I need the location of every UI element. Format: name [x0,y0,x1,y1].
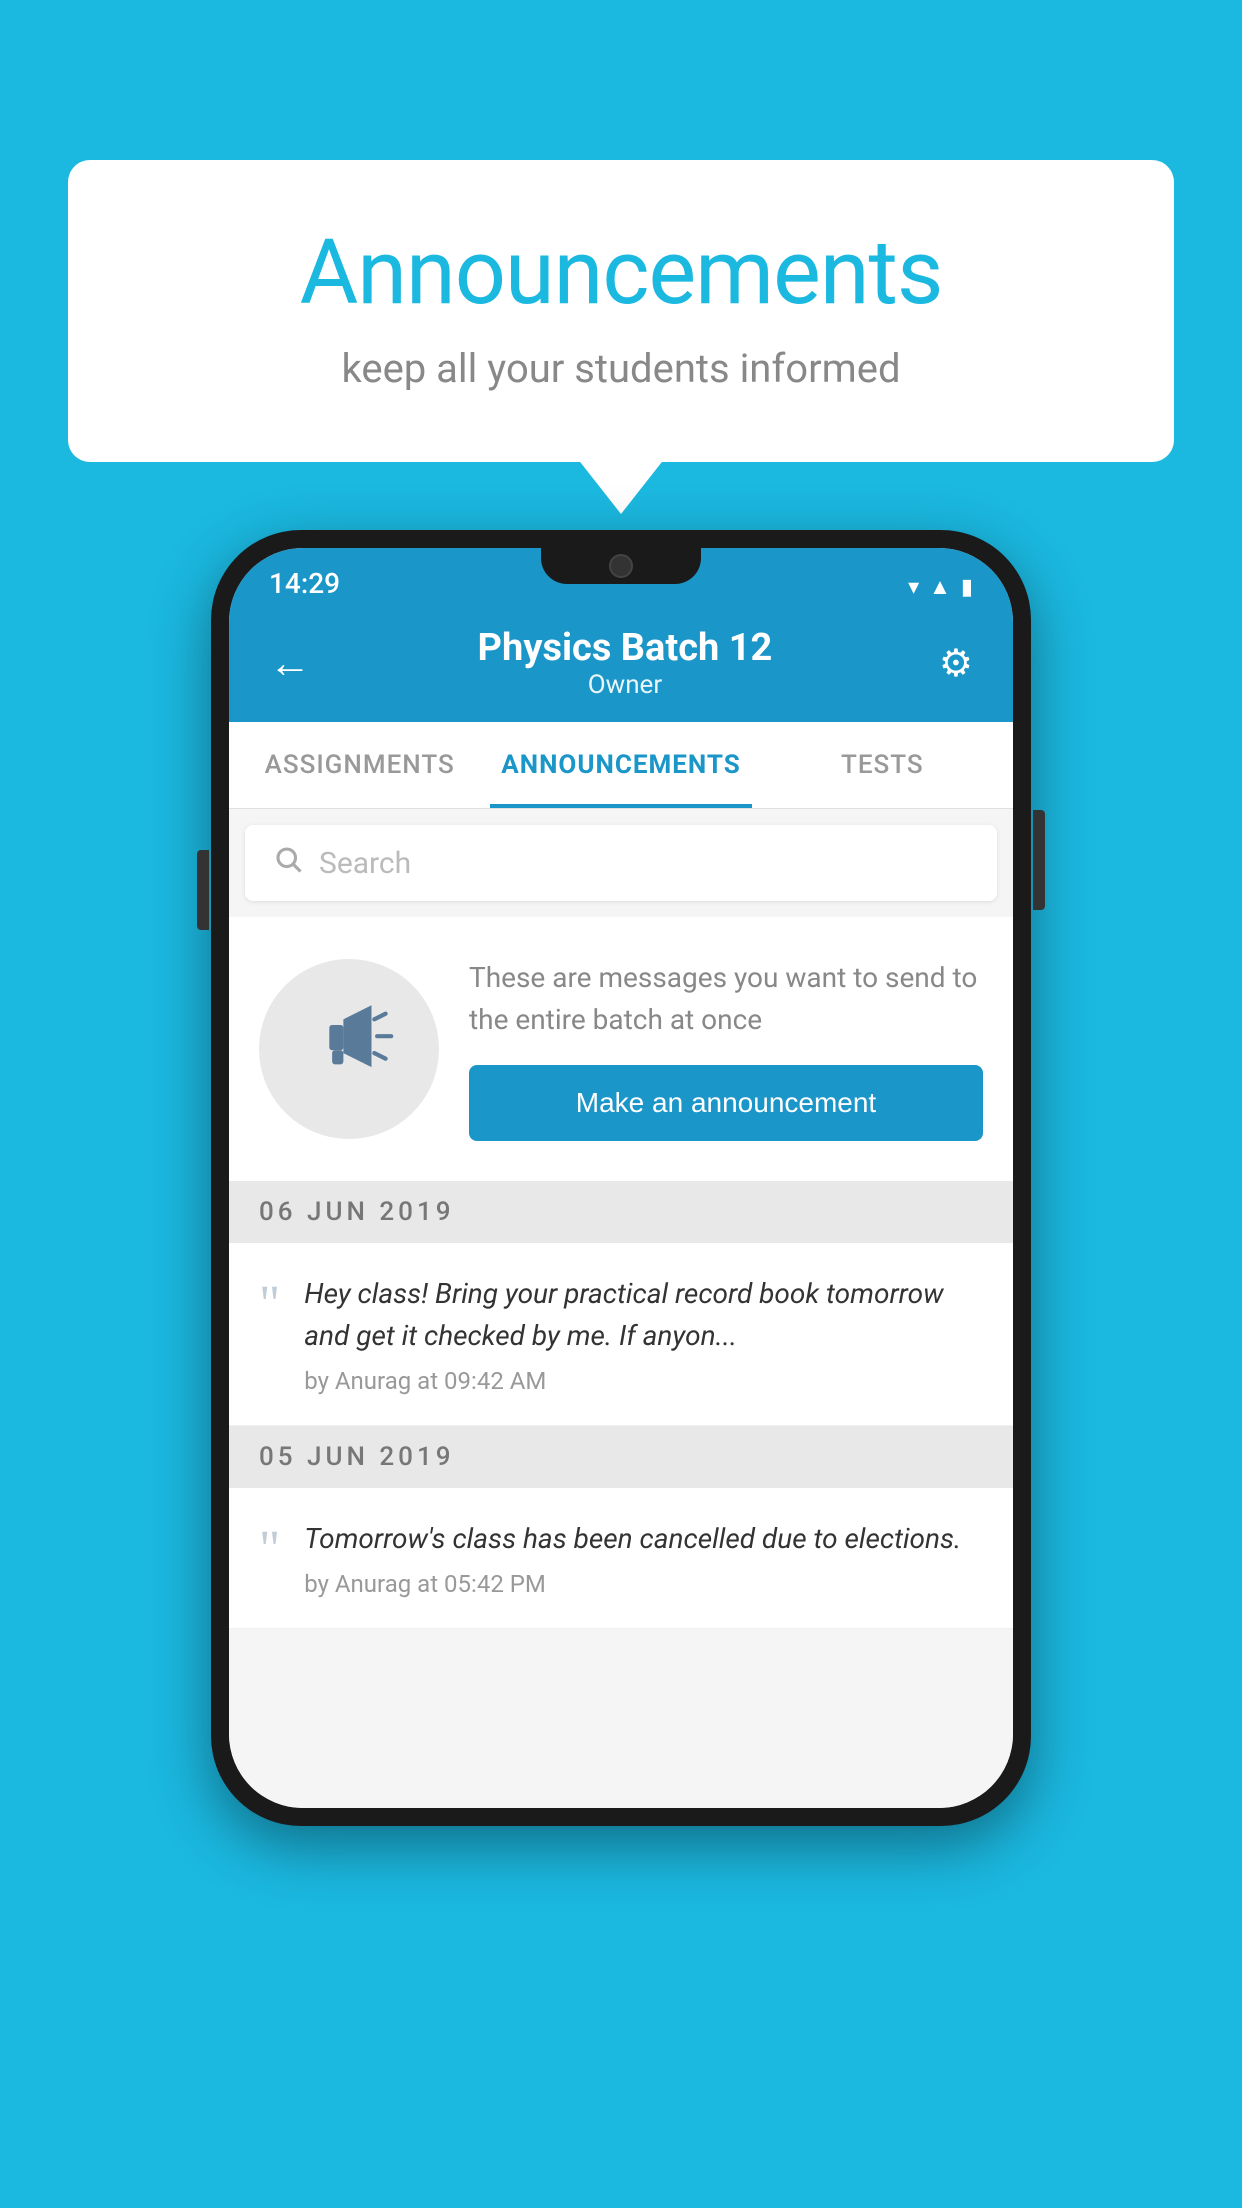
header-subtitle: Owner [478,670,773,700]
speech-bubble-title: Announcements [148,220,1094,325]
promo-description: These are messages you want to send to t… [469,957,983,1041]
status-icons: ▾ ▲ ▮ [908,574,973,600]
announcement-message-1: Hey class! Bring your practical record b… [304,1273,983,1357]
battery-icon: ▮ [961,575,973,600]
tab-assignments[interactable]: ASSIGNMENTS [229,722,490,808]
announcement-meta-2: by Anurag at 05:42 PM [304,1570,983,1598]
phone-wrapper: 14:29 ▾ ▲ ▮ ← Physics Batch 12 Owner ⚙ [211,530,1031,1826]
date-separator-1: 06 JUN 2019 [229,1181,1013,1243]
search-icon [273,843,303,883]
megaphone-icon [304,994,394,1104]
phone-screen: 14:29 ▾ ▲ ▮ ← Physics Batch 12 Owner ⚙ [229,548,1013,1808]
phone-camera [609,554,633,578]
header-title: Physics Batch 12 [478,626,773,670]
signal-icon: ▲ [929,574,951,600]
announcement-message-2: Tomorrow's class has been cancelled due … [304,1518,983,1560]
tabs-bar: ASSIGNMENTS ANNOUNCEMENTS TESTS [229,722,1013,809]
settings-button[interactable]: ⚙ [939,641,973,686]
speech-bubble: Announcements keep all your students inf… [68,160,1174,462]
announcement-meta-1: by Anurag at 09:42 AM [304,1367,983,1395]
search-bar[interactable]: Search [245,825,997,901]
search-placeholder: Search [319,846,411,881]
promo-block: These are messages you want to send to t… [229,917,1013,1181]
back-button[interactable]: ← [269,639,311,688]
content-area: Search [229,809,1013,1808]
header-center: Physics Batch 12 Owner [478,626,773,700]
date-separator-2: 05 JUN 2019 [229,1426,1013,1488]
status-time: 14:29 [269,567,340,600]
quote-icon-1: " [259,1279,280,1331]
app-header: ← Physics Batch 12 Owner ⚙ [229,608,1013,722]
wifi-icon: ▾ [908,575,919,600]
promo-icon-circle [259,959,439,1139]
quote-icon-2: " [259,1524,280,1576]
announcement-text-2: Tomorrow's class has been cancelled due … [304,1518,983,1598]
make-announcement-button[interactable]: Make an announcement [469,1065,983,1141]
tab-announcements[interactable]: ANNOUNCEMENTS [490,722,751,808]
speech-bubble-subtitle: keep all your students informed [148,345,1094,392]
announcement-text-1: Hey class! Bring your practical record b… [304,1273,983,1395]
speech-bubble-container: Announcements keep all your students inf… [68,160,1174,462]
phone-outer: 14:29 ▾ ▲ ▮ ← Physics Batch 12 Owner ⚙ [211,530,1031,1826]
tab-tests[interactable]: TESTS [752,722,1013,808]
announcement-item-1: " Hey class! Bring your practical record… [229,1243,1013,1426]
promo-text-area: These are messages you want to send to t… [469,957,983,1141]
announcement-item-2: " Tomorrow's class has been cancelled du… [229,1488,1013,1629]
phone-notch [541,548,701,584]
